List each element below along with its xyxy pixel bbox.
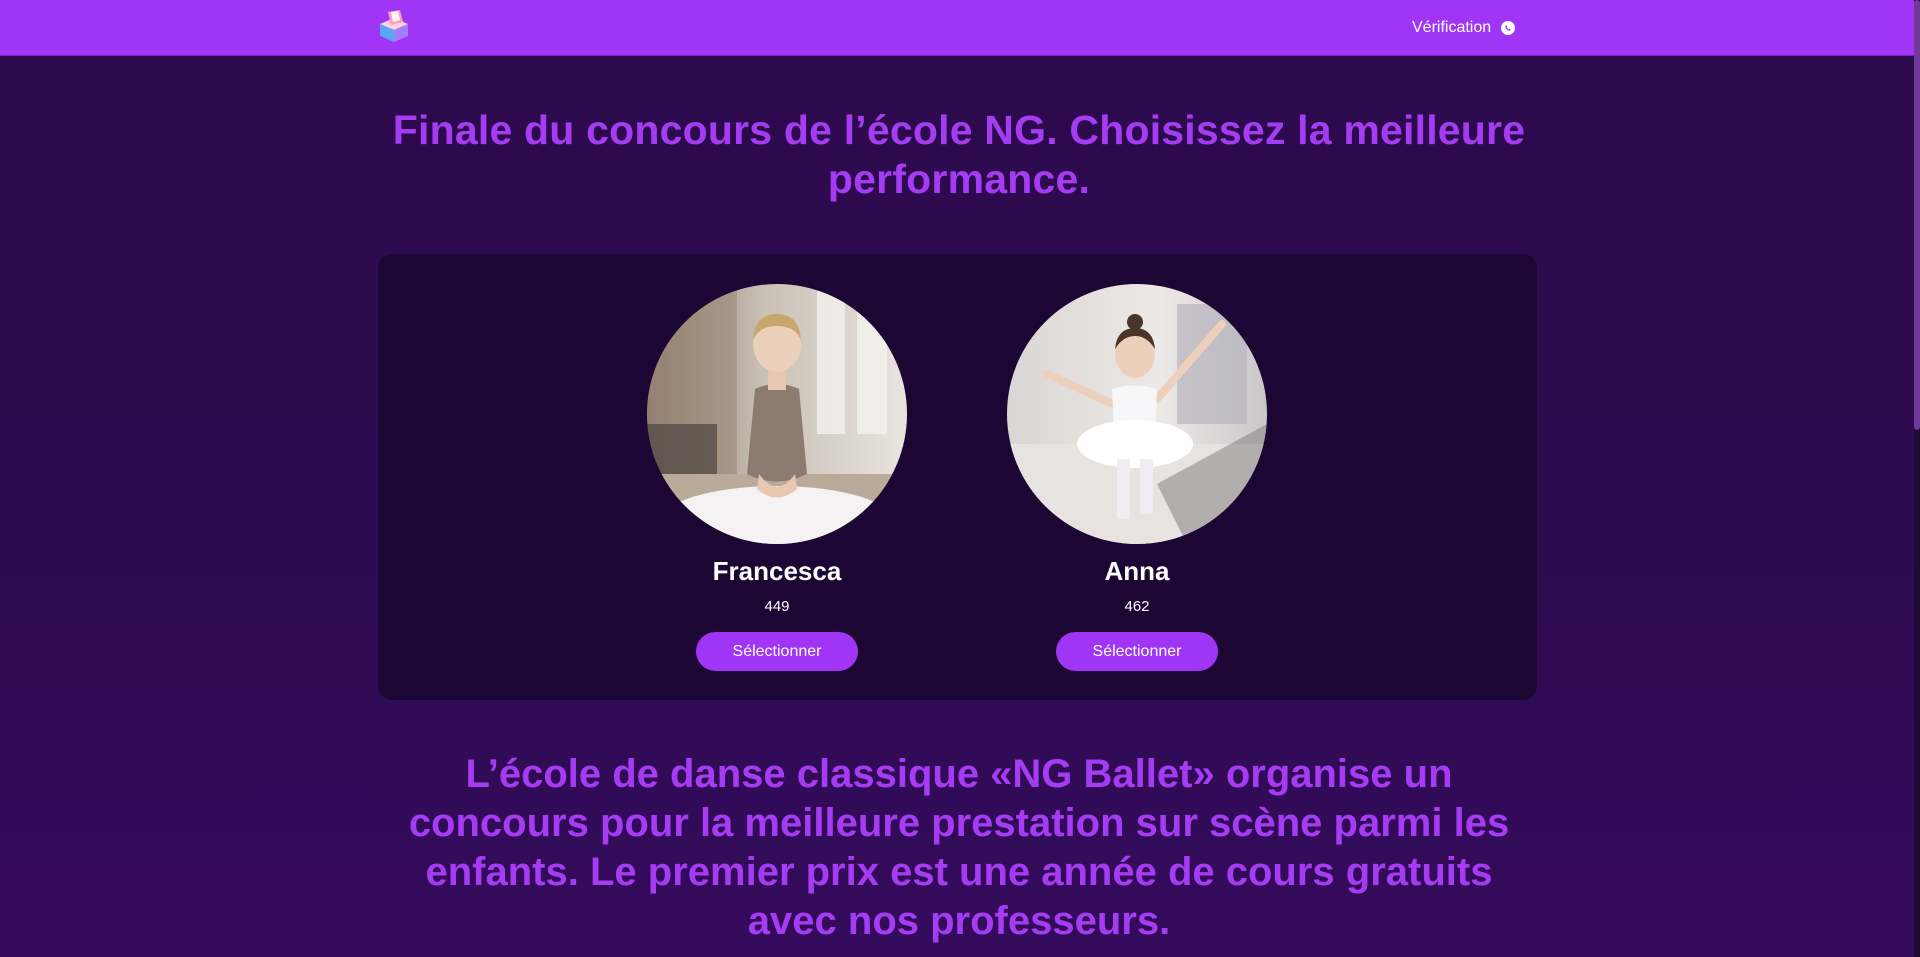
select-button[interactable]: Sélectionner bbox=[1056, 632, 1218, 671]
candidate-photo bbox=[647, 284, 907, 544]
candidate-name: Anna bbox=[1104, 556, 1170, 586]
top-navigation-bar: Vérification bbox=[0, 0, 1918, 56]
verification-link[interactable]: Vérification bbox=[1412, 17, 1516, 39]
candidate-name: Francesca bbox=[712, 556, 842, 586]
whatsapp-icon bbox=[1501, 21, 1516, 35]
candidate-card: Anna 462 Sélectionner bbox=[1007, 284, 1267, 671]
scrollbar-thumb[interactable] bbox=[1914, 0, 1920, 430]
candidate-card: Francesca 449 Sélectionner bbox=[647, 284, 907, 671]
select-button[interactable]: Sélectionner bbox=[696, 632, 858, 671]
verification-link-label: Vérification bbox=[1412, 19, 1492, 36]
page-title: Finale du concours de l’école NG. Choisi… bbox=[392, 107, 1526, 202]
page: Vérification Finale du concours de l’éco… bbox=[0, 0, 1920, 957]
contest-description: L’école de danse classique «NG Ballet» o… bbox=[408, 752, 1510, 943]
candidate-vote-count: 449 bbox=[764, 598, 790, 615]
candidate-vote-count: 462 bbox=[1124, 598, 1150, 615]
candidates-panel: Francesca 449 Sélectionner Anna 462 Séle… bbox=[378, 254, 1537, 700]
vertical-scrollbar[interactable] bbox=[1914, 0, 1920, 957]
candidate-photo bbox=[1007, 284, 1267, 544]
ballot-box-icon[interactable] bbox=[376, 8, 412, 44]
